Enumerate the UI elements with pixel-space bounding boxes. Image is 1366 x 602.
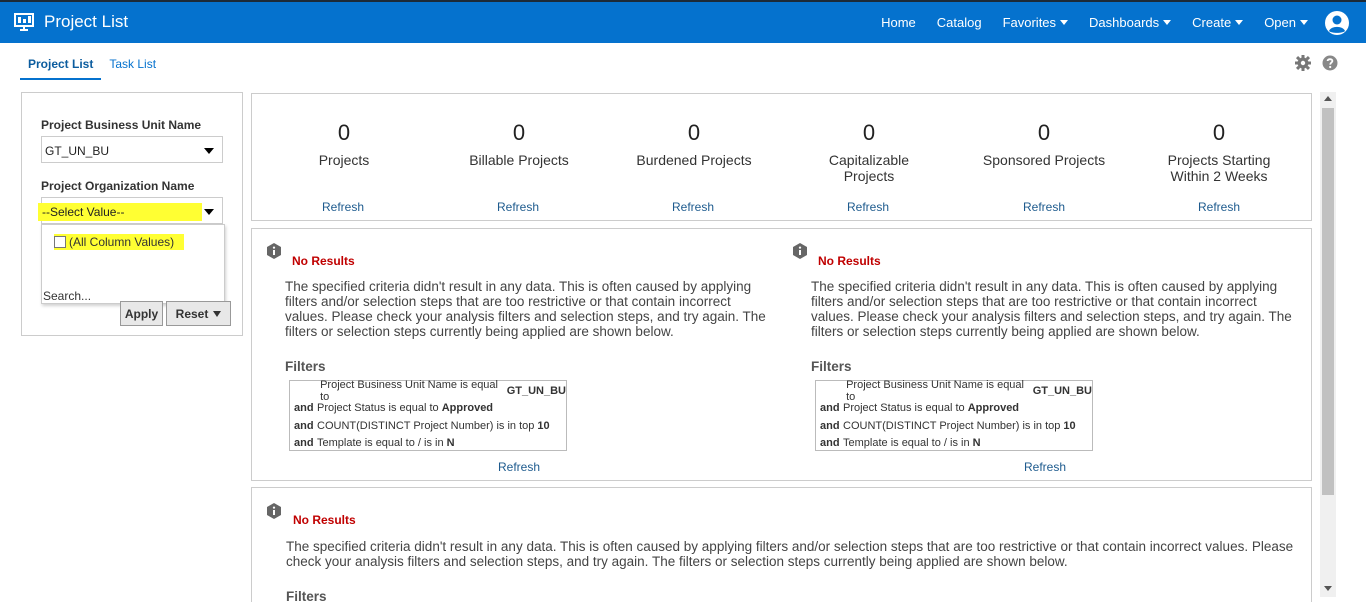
caret-down-icon [1300,20,1308,25]
no-results-panel-bottom: No Results The specified criteria didn't… [251,487,1312,602]
dropdown-arrow-icon[interactable] [204,209,214,215]
refresh-link[interactable]: Refresh [322,200,364,214]
metric-billable: 0 Billable Projects [469,120,569,168]
reset-button[interactable]: Reset [166,301,231,326]
filter-row: and Project Status is equal to Approved [294,402,494,415]
no-results-title: No Results [292,254,355,268]
scroll-up-icon[interactable] [1324,96,1332,101]
no-results-title: No Results [293,513,356,527]
global-nav: Home Catalog Favorites Dashboards Create… [860,15,1308,30]
refresh-link[interactable]: Refresh [672,200,714,214]
nav-create[interactable]: Create [1192,15,1244,30]
no-results-message: The specified criteria didn't result in … [811,279,1292,339]
refresh-link[interactable]: Refresh [498,460,540,474]
metric-capitalizable: 0 Capitalizable Projects [828,120,910,184]
tab-task-list[interactable]: Task List [101,54,164,80]
refresh-link[interactable]: Refresh [1023,200,1065,214]
bu-select[interactable]: GT_UN_BU [41,136,223,163]
metrics-panel: 0 Projects 0 Billable Projects 0 Burdene… [251,93,1312,221]
org-select-value: --Select Value-- [38,203,202,221]
metric-starting-soon: 0 Projects Starting Within 2 Weeks [1167,120,1271,184]
metric-sponsored: 0 Sponsored Projects [982,120,1106,168]
app-title: Project List [44,12,129,31]
info-icon [267,503,281,519]
user-avatar-icon[interactable] [1324,10,1350,36]
no-results-message: The specified criteria didn't result in … [285,279,766,339]
tab-project-list[interactable]: Project List [20,54,102,80]
prompt-panel: Project Business Unit Name GT_UN_BU Proj… [21,92,243,336]
page-tabs: Project List Task List [20,54,164,80]
filters-box: Project Business Unit Name is equal to GT… [815,378,1093,451]
bu-label: Project Business Unit Name [41,118,202,132]
scroll-down-icon[interactable] [1324,586,1332,591]
metric-projects: 0 Projects [318,120,370,168]
filter-row: and Template is equal to / is in N [820,437,981,450]
dropdown-arrow-icon[interactable] [204,148,214,154]
info-icon [793,243,807,259]
checkbox[interactable] [54,236,66,248]
filter-row: and COUNT(DISTINCT Project Number) is in … [294,419,550,432]
filters-title: Filters [285,359,326,374]
refresh-link[interactable]: Refresh [847,200,889,214]
no-results-message: The specified criteria didn't result in … [286,539,1294,569]
refresh-link[interactable]: Refresh [1198,200,1240,214]
gear-icon[interactable] [1295,55,1311,71]
org-dropdown-list: (All Column Values) Search... [41,224,225,304]
apply-button[interactable]: Apply [120,301,163,326]
filters-title: Filters [286,589,327,602]
vertical-scrollbar[interactable] [1320,92,1336,597]
refresh-link[interactable]: Refresh [1024,460,1066,474]
nav-dashboards[interactable]: Dashboards [1089,15,1172,30]
no-results-title: No Results [818,254,881,268]
org-select[interactable]: --Select Value-- [38,197,223,224]
filter-row: Project Business Unit Name is equal to GT… [846,378,1092,403]
filter-row: and Template is equal to / is in N [294,437,455,450]
filter-row: Project Business Unit Name is equal to GT… [320,378,566,403]
caret-down-icon [213,310,222,317]
filter-row: and Project Status is equal to Approved [820,402,1020,415]
dropdown-search-link[interactable]: Search... [43,289,91,303]
refresh-link[interactable]: Refresh [497,200,539,214]
filters-title: Filters [811,359,852,374]
app-header: Project List Home Catalog Favorites Dash… [0,0,1366,43]
nav-favorites[interactable]: Favorites [1003,15,1069,30]
help-icon[interactable] [1322,55,1338,71]
scroll-thumb[interactable] [1322,108,1334,495]
nav-catalog[interactable]: Catalog [937,15,982,30]
caret-down-icon [1235,20,1244,25]
caret-down-icon [1163,20,1172,25]
bu-select-value: GT_UN_BU [45,144,110,158]
metric-burdened: 0 Burdened Projects [636,120,752,168]
no-results-panel-middle: No Results The specified criteria didn't… [251,228,1312,481]
info-icon [267,243,281,259]
caret-down-icon [1060,20,1069,25]
filters-box: Project Business Unit Name is equal to GT… [289,378,567,451]
org-label: Project Organization Name [41,179,195,193]
nav-open[interactable]: Open [1264,15,1308,30]
dropdown-option-all[interactable]: (All Column Values) [54,234,184,250]
filter-row: and COUNT(DISTINCT Project Number) is in … [820,419,1076,432]
nav-home[interactable]: Home [881,15,916,30]
dashboard-icon [14,13,34,31]
